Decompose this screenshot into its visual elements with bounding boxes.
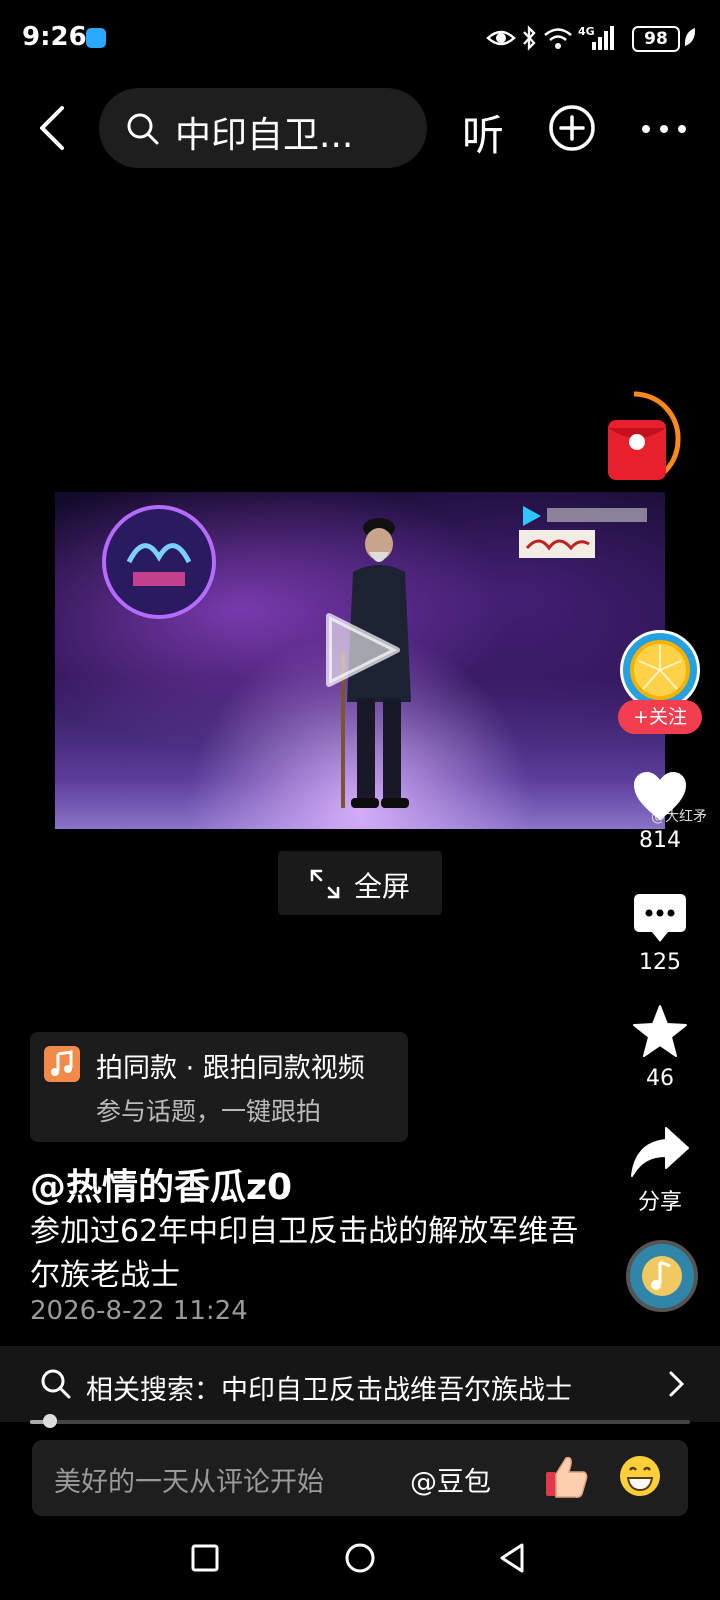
- home-icon[interactable]: [344, 1542, 376, 1574]
- comment-button[interactable]: 125: [610, 892, 710, 975]
- shoot-same-subtitle: 参与话题，一键跟拍: [96, 1097, 322, 1126]
- back-triangle-icon[interactable]: [498, 1542, 526, 1574]
- tencent-video-logo: [519, 506, 647, 558]
- music-disc[interactable]: [626, 1240, 698, 1312]
- red-packet-icon[interactable]: [598, 390, 690, 490]
- play-icon[interactable]: [323, 610, 403, 690]
- favorite-button[interactable]: 46: [610, 1004, 710, 1091]
- bluetooth-icon: [523, 25, 536, 51]
- search-icon: [127, 113, 159, 145]
- search-query: 中印自卫...: [175, 115, 354, 156]
- share-arrow-icon: [631, 1127, 689, 1177]
- related-search-bar[interactable]: 相关搜索：中印自卫反击战维吾尔族战士: [0, 1346, 720, 1422]
- heart-icon: [634, 772, 686, 820]
- music-note-icon: [44, 1046, 80, 1082]
- eye-icon: [486, 30, 516, 46]
- comment-bar[interactable]: 美好的一天从评论开始 @豆包: [32, 1440, 688, 1516]
- lemon-avatar-image: [630, 640, 690, 700]
- shoot-same-title: 拍同款 · 跟拍同款视频: [96, 1053, 365, 1084]
- leaf-icon: [684, 28, 696, 46]
- status-time: 9:26: [22, 22, 87, 52]
- app-notification-icon: [86, 28, 106, 48]
- comment-bubble-icon: [634, 894, 686, 942]
- cellular-signal-icon: 4G: [578, 25, 614, 50]
- grinning-emoji-icon[interactable]: [618, 1454, 662, 1498]
- more-options-icon[interactable]: [640, 124, 688, 134]
- video-progress-bar[interactable]: [30, 1414, 690, 1428]
- star-icon: [633, 1005, 687, 1057]
- author-avatar[interactable]: [620, 630, 700, 710]
- listen-button[interactable]: 听: [462, 102, 504, 163]
- expand-icon: [310, 869, 340, 899]
- shoot-same-card[interactable]: 拍同款 · 跟拍同款视频 参与话题，一键跟拍: [30, 1032, 408, 1142]
- wifi-icon: [544, 28, 572, 49]
- svg-text:4G: 4G: [578, 25, 595, 38]
- battery-indicator: 98: [632, 26, 680, 52]
- add-circle-icon[interactable]: [548, 104, 596, 152]
- back-arrow-icon[interactable]: [32, 104, 80, 152]
- search-bar[interactable]: 中印自卫...: [99, 88, 427, 168]
- video-description: 参加过62年中印自卫反击战的解放军维吾尔族老战士: [30, 1214, 579, 1293]
- like-count: 814: [639, 828, 681, 853]
- follow-button[interactable]: +关注: [618, 700, 702, 734]
- share-label: 分享: [637, 1190, 682, 1215]
- post-date: 2026-8-22 11:24: [30, 1296, 248, 1326]
- favorite-count: 46: [646, 1066, 674, 1091]
- chevron-right-icon: [669, 1371, 685, 1397]
- system-navigation-bar: [0, 1520, 720, 1600]
- share-button[interactable]: 分享: [610, 1126, 710, 1216]
- video-player[interactable]: [55, 492, 665, 829]
- comment-count: 125: [639, 950, 681, 975]
- mention-doubao-button[interactable]: @豆包: [410, 1460, 491, 1499]
- author-name[interactable]: @热情的香瓜z0: [30, 1158, 292, 1210]
- thumbs-up-emoji-icon[interactable]: [542, 1452, 590, 1500]
- comment-input[interactable]: 美好的一天从评论开始: [54, 1460, 324, 1499]
- fullscreen-button[interactable]: 全屏: [278, 851, 442, 915]
- like-button[interactable]: 814: [610, 770, 710, 853]
- search-icon: [41, 1369, 71, 1399]
- show-logo: [102, 505, 216, 619]
- related-search-text: 相关搜索：中印自卫反击战维吾尔族战士: [86, 1375, 572, 1406]
- music-note-icon: [642, 1256, 682, 1296]
- status-bar: 9:26 4G 98: [0, 0, 720, 78]
- fullscreen-label: 全屏: [354, 870, 411, 903]
- progress-knob[interactable]: [42, 1414, 57, 1428]
- recent-apps-icon[interactable]: [191, 1544, 219, 1572]
